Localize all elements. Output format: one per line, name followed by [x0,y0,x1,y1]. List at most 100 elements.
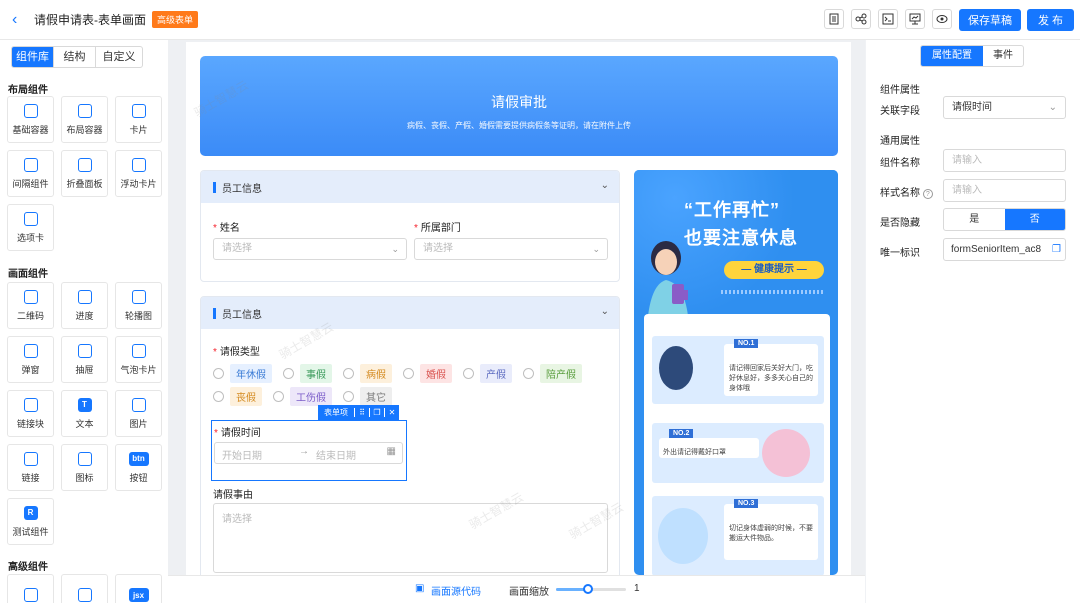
reason-textarea[interactable]: 请选择 [213,503,608,573]
door-illustration [659,346,693,390]
end-date-input[interactable]: 结束日期 [316,447,356,462]
radio-button[interactable] [343,368,354,379]
card-header[interactable]: 员工信息 ⌄ [201,297,619,329]
component-collapse[interactable]: 折叠面板 [61,150,108,197]
leave-type-option[interactable]: 丧假 [230,387,262,406]
tab-components[interactable]: 组件库 [12,47,54,67]
radio-button[interactable] [403,368,414,379]
component-container[interactable]: 基础容器 [7,96,54,143]
component-modal[interactable]: 弹窗 [7,336,54,383]
component-grid[interactable]: 间隔组件 [7,150,54,197]
status-badge: 高级表单 [152,11,199,28]
save-draft-button[interactable]: 保存草稿 [959,9,1021,31]
field-select[interactable]: 请假时间 ⌄ [943,96,1066,119]
radio-button[interactable] [523,368,534,379]
leave-type-option[interactable]: 其它 [360,387,392,406]
progress-icon [77,289,92,304]
zoom-value: 1 [634,583,640,594]
component-drawer[interactable]: 抽屉 [61,336,108,383]
component-carousel[interactable]: 轮播图 [115,282,162,329]
component-text[interactable]: T 文本 [61,390,108,437]
help-icon[interactable]: ? [922,189,933,199]
hidden-no-option[interactable]: 否 [1004,209,1065,230]
leave-type-option[interactable]: 病假 [360,364,392,383]
property-tabs: 属性配置 事件 [920,45,1024,67]
leave-type-label: * 请假类型 [213,347,260,358]
radio-button[interactable] [213,391,224,402]
tip-text-2: 外出请记得戴好口罩 [659,438,759,458]
component-label: 基础容器 [12,124,49,135]
radio-button[interactable] [283,368,294,379]
style-name-input[interactable]: 请输入 [943,179,1066,202]
code-icon[interactable]: ▣ [415,583,424,594]
component-progress[interactable]: 进度 [61,282,108,329]
hidden-toggle: 是 否 [943,208,1066,231]
component-jsx[interactable]: jsx [115,574,162,603]
chevron-down-icon[interactable]: ⌄ [601,306,609,317]
start-date-input[interactable]: 开始日期 [222,447,262,462]
component-table[interactable] [7,574,54,603]
leave-type-option[interactable]: 陪产假 [540,364,582,383]
component-layout[interactable]: 布局容器 [61,96,108,143]
drag-icon[interactable]: ⠿ [354,408,369,417]
component-label: 布局容器 [66,124,103,135]
selected-form-item[interactable]: * 请假时间 开始日期 → 结束日期 ▦ [211,420,407,481]
source-code-link[interactable]: 画面源代码 [431,583,481,598]
name-select[interactable]: 请选择 ⌄ [213,238,407,260]
tab-properties[interactable]: 属性配置 [921,46,983,66]
component-label: 卡片 [129,124,148,135]
component-label: 测试组件 [12,526,49,537]
property-panel: 属性配置 事件 组件属性 关联字段 请假时间 ⌄ 通用属性 组件名称 请输入 样式… [866,40,1080,603]
poster-ribbon: — 健康提示 — [724,261,824,279]
radio-button[interactable] [343,391,354,402]
publish-button[interactable]: 发 布 [1027,9,1074,31]
component-link[interactable]: 链接 [7,444,54,491]
preview-icon[interactable] [905,9,925,29]
card-header[interactable]: 员工信息 ⌄ [201,171,619,203]
leave-type-radios-row1: 年休假 事假 病假 婚假 产假 陪产假 [213,364,593,383]
list-icon[interactable] [824,9,844,29]
dept-select[interactable]: 请选择 ⌄ [414,238,608,260]
table-icon [23,588,38,602]
component-emoji[interactable]: 图标 [61,444,108,491]
chevron-down-icon[interactable]: ⌄ [601,180,609,191]
leave-type-option[interactable]: 婚假 [420,364,452,383]
component-button[interactable]: btn 按钮 [115,444,162,491]
leave-type-option[interactable]: 年休假 [230,364,272,383]
copy-icon[interactable]: ❐ [369,408,384,417]
component-tabs[interactable]: 选项卡 [7,204,54,251]
radio-button[interactable] [273,391,284,402]
unique-id-field[interactable]: formSeniorItem_ac8 ❐ [943,238,1066,261]
radio-button[interactable] [463,368,474,379]
zoom-slider-handle[interactable] [582,584,593,594]
leave-type-option[interactable]: 事假 [300,364,332,383]
chevron-left-icon[interactable]: ‹ [12,11,26,28]
tip-card-1: 请记得回家后关好大门，吃好休息好，多多关心自己的身体哦 NO.1 [652,336,824,404]
zoom-slider[interactable] [556,584,626,594]
tab-custom[interactable]: 自定义 [96,47,142,67]
component-label: 折叠面板 [66,178,103,189]
hidden-yes-option[interactable]: 是 [944,209,1005,230]
share-icon[interactable] [851,9,871,29]
date-range-picker[interactable]: 开始日期 → 结束日期 ▦ [214,442,403,464]
tabs-icon [23,211,38,226]
component-bubble[interactable]: 气泡卡片 [115,336,162,383]
leave-type-option[interactable]: 工伤假 [290,387,332,406]
component-name-input[interactable]: 请输入 [943,149,1066,172]
copy-icon[interactable]: ❐ [1052,239,1061,260]
component-test[interactable]: R 测试组件 [7,498,54,545]
tab-structure[interactable]: 结构 [54,47,96,67]
tab-events[interactable]: 事件 [983,46,1023,66]
component-float-card[interactable]: 浮动卡片 [115,150,162,197]
component-card[interactable]: 卡片 [115,96,162,143]
component-link-block[interactable]: 链接块 [7,390,54,437]
component-qrcode[interactable]: 二维码 [7,282,54,329]
radio-button[interactable] [213,368,224,379]
section-title-layout: 布局组件 [8,85,48,96]
leave-type-option[interactable]: 产假 [480,364,512,383]
component-image[interactable]: 图片 [115,390,162,437]
eye-icon[interactable] [932,9,952,29]
close-icon[interactable]: ✕ [384,408,399,417]
component-doc[interactable] [61,574,108,603]
code-icon[interactable] [878,9,898,29]
